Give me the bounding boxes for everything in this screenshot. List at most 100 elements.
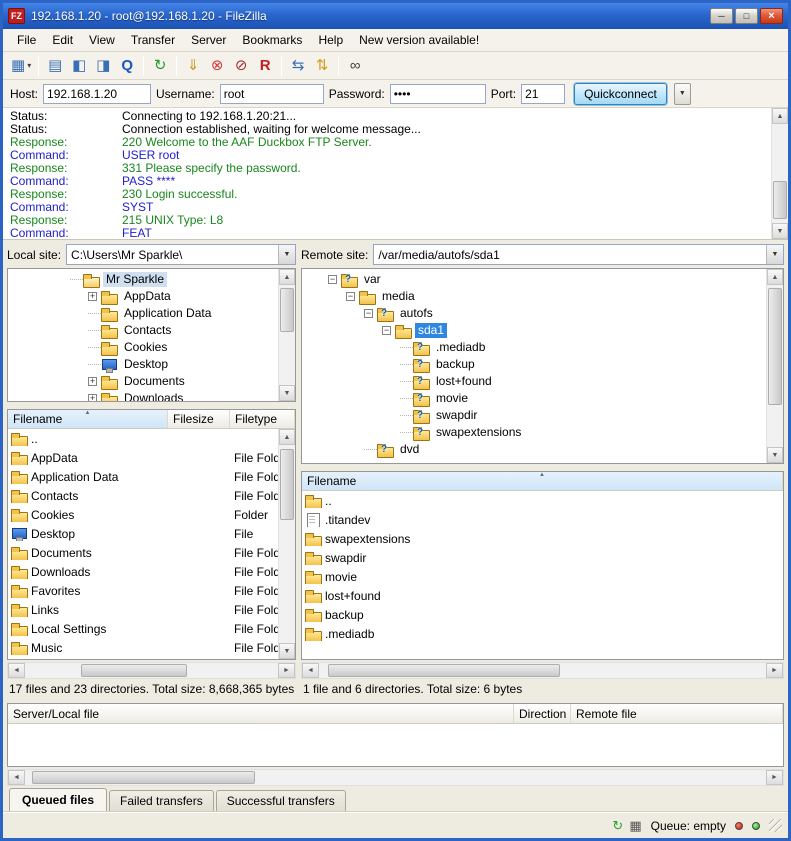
minimize-button[interactable]: ─ — [710, 8, 733, 24]
file-row-local-settings[interactable]: Local SettingsFile Folder — [8, 619, 278, 638]
toggle-message-log-button[interactable]: ▤ — [43, 54, 67, 77]
file-row-application-data[interactable]: Application DataFile Folder — [8, 467, 278, 486]
menu-item-bookmarks[interactable]: Bookmarks — [234, 30, 310, 50]
menu-item-edit[interactable]: Edit — [44, 30, 81, 50]
cancel-button[interactable]: ⊗ — [205, 54, 229, 77]
column-header-filename[interactable]: Filename▲ — [8, 410, 168, 428]
local-horizontal-scrollbar[interactable]: ◄ ► — [7, 662, 296, 679]
queue-body[interactable] — [8, 724, 783, 766]
file-row-movie[interactable]: movie — [302, 567, 783, 586]
toggle-remote-tree-button[interactable]: ◨ — [91, 54, 115, 77]
tree-node-autofs[interactable]: −?autofs — [304, 305, 765, 322]
tree-node-cookies[interactable]: Cookies — [10, 339, 277, 356]
column-header-filesize[interactable]: Filesize — [168, 410, 230, 428]
scrollbar-thumb[interactable] — [81, 664, 187, 677]
file-row-contacts[interactable]: ContactsFile Folder — [8, 486, 278, 505]
file-row-downloads[interactable]: DownloadsFile Folder — [8, 562, 278, 581]
tree-node-documents[interactable]: +Documents — [10, 373, 277, 390]
quickconnect-button[interactable]: Quickconnect — [574, 83, 667, 105]
file-row-swapdir[interactable]: swapdir — [302, 548, 783, 567]
remote-tree-vertical-scrollbar[interactable]: ▲ ▼ — [766, 269, 783, 463]
tree-node-movie[interactable]: ?movie — [304, 390, 765, 407]
reconnect-button[interactable]: R — [253, 54, 277, 77]
remote-horizontal-scrollbar[interactable]: ◄ ► — [301, 662, 784, 679]
toggle-queue-button[interactable]: Q — [115, 54, 139, 77]
tab-queued-files[interactable]: Queued files — [9, 788, 107, 812]
menu-item-file[interactable]: File — [9, 30, 44, 50]
tree-node-mr-sparkle[interactable]: Mr Sparkle — [10, 271, 277, 288]
scrollbar-thumb[interactable] — [768, 288, 782, 405]
tree-node-mediadb[interactable]: ?.mediadb — [304, 339, 765, 356]
scroll-down-button[interactable]: ▼ — [772, 223, 788, 239]
menu-item-new-version-available[interactable]: New version available! — [351, 30, 487, 50]
log-vertical-scrollbar[interactable]: ▲ ▼ — [771, 108, 788, 239]
scroll-right-button[interactable]: ► — [278, 663, 295, 678]
scrollbar-thumb[interactable] — [280, 449, 294, 520]
combo-dropdown-icon[interactable]: ▼ — [278, 245, 295, 264]
username-input[interactable] — [220, 84, 324, 104]
tree-node-backup[interactable]: ?backup — [304, 356, 765, 373]
quickconnect-dropdown-button[interactable]: ▼ — [674, 83, 691, 105]
menu-item-view[interactable]: View — [81, 30, 123, 50]
tree-node-swapdir[interactable]: ?swapdir — [304, 407, 765, 424]
file-row-documents[interactable]: DocumentsFile Folder — [8, 543, 278, 562]
tab-failed-transfers[interactable]: Failed transfers — [109, 790, 214, 812]
expand-icon[interactable]: + — [88, 292, 97, 301]
collapse-icon[interactable]: − — [364, 309, 373, 318]
tree-node-var[interactable]: −?var — [304, 271, 765, 288]
column-header-filename[interactable]: Filename▲ — [302, 472, 783, 490]
combo-dropdown-icon[interactable]: ▼ — [766, 245, 783, 264]
file-row-lost-found[interactable]: lost+found — [302, 586, 783, 605]
menu-item-help[interactable]: Help — [310, 30, 351, 50]
scrollbar-thumb[interactable] — [32, 771, 254, 784]
tree-node-downloads[interactable]: +Downloads — [10, 390, 277, 401]
scrollbar-track[interactable] — [279, 285, 295, 385]
port-input[interactable] — [521, 84, 565, 104]
local-site-combobox[interactable]: C:\Users\Mr Sparkle\ ▼ — [66, 244, 296, 265]
collapse-icon[interactable]: − — [346, 292, 355, 301]
scroll-up-button[interactable]: ▲ — [279, 269, 295, 285]
scrollbar-track[interactable] — [772, 124, 788, 223]
site-manager-button[interactable]: ▦▾ — [8, 54, 34, 77]
tree-node-dvd[interactable]: ?dvd — [304, 441, 765, 458]
tree-node-media[interactable]: −media — [304, 288, 765, 305]
expand-icon[interactable]: + — [88, 394, 97, 401]
tree-node-desktop[interactable]: Desktop — [10, 356, 277, 373]
tree-node-lost-found[interactable]: ?lost+found — [304, 373, 765, 390]
disconnect-button[interactable]: ⊘ — [229, 54, 253, 77]
file-row-favorites[interactable]: FavoritesFile Folder — [8, 581, 278, 600]
scroll-up-button[interactable]: ▲ — [772, 108, 788, 124]
scroll-right-button[interactable]: ► — [766, 663, 783, 678]
scroll-right-button[interactable]: ► — [766, 770, 783, 785]
scrollbar-track[interactable] — [279, 445, 295, 643]
remote-site-combobox[interactable]: /var/media/autofs/sda1 ▼ — [373, 244, 784, 265]
file-row-backup[interactable]: backup — [302, 605, 783, 624]
collapse-icon[interactable]: − — [328, 275, 337, 284]
file-row-desktop[interactable]: DesktopFile — [8, 524, 278, 543]
menu-item-server[interactable]: Server — [183, 30, 234, 50]
scroll-down-button[interactable]: ▼ — [279, 643, 295, 659]
collapse-icon[interactable]: − — [382, 326, 391, 335]
scroll-left-button[interactable]: ◄ — [8, 770, 25, 785]
file-row-music[interactable]: MusicFile Folder — [8, 638, 278, 657]
maximize-button[interactable]: □ — [735, 8, 758, 24]
scroll-left-button[interactable]: ◄ — [8, 663, 25, 678]
tree-node-sda1[interactable]: −sda1 — [304, 322, 765, 339]
scrollbar-track[interactable] — [25, 663, 278, 678]
resize-grip[interactable] — [769, 819, 782, 832]
synchronized-browsing-button[interactable]: ⇅ — [310, 54, 334, 77]
scroll-down-button[interactable]: ▼ — [767, 447, 783, 463]
queue-column-direction[interactable]: Direction — [514, 704, 571, 723]
local-tree-vertical-scrollbar[interactable]: ▲ ▼ — [278, 269, 295, 401]
close-button[interactable]: × — [760, 8, 783, 24]
file-row-appdata[interactable]: AppDataFile Folder — [8, 448, 278, 467]
directory-comparison-button[interactable]: ⇆ — [286, 54, 310, 77]
scrollbar-thumb[interactable] — [328, 664, 560, 677]
column-header-filetype[interactable]: Filetype — [230, 410, 295, 428]
tree-node-application-data[interactable]: Application Data — [10, 305, 277, 322]
file-row-links[interactable]: LinksFile Folder — [8, 600, 278, 619]
file-row-cookies[interactable]: CookiesFolder — [8, 505, 278, 524]
scroll-down-button[interactable]: ▼ — [279, 385, 295, 401]
refresh-button[interactable]: ↻ — [148, 54, 172, 77]
queue-column-server-local-file[interactable]: Server/Local file — [8, 704, 514, 723]
